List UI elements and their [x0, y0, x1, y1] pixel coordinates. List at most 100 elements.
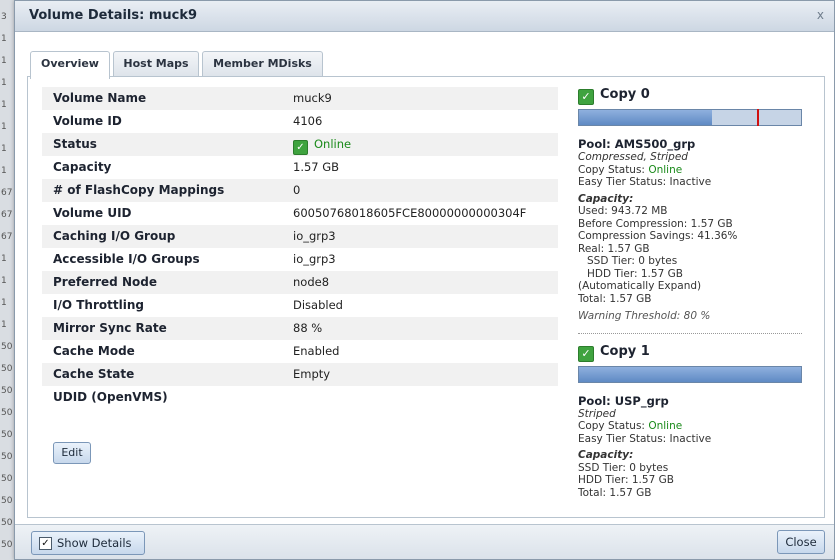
background-row-number: 67 [1, 210, 13, 220]
background-row-number: 1 [1, 34, 7, 44]
background-row-number: 1 [1, 276, 7, 286]
close-button[interactable]: Close [777, 530, 825, 554]
property-row: Cache State Empty [42, 363, 558, 386]
property-key: Caching I/O Group [53, 229, 176, 243]
property-row: I/O Throttling Disabled [42, 294, 558, 317]
background-row-number: 50 [1, 364, 13, 374]
background-row-number: 67 [1, 188, 13, 198]
property-row: Accessible I/O Groups io_grp3 [42, 248, 558, 271]
property-row: Capacity 1.57 GB [42, 156, 558, 179]
background-row-number: 50 [1, 474, 13, 484]
copy1-total: Total: 1.57 GB [578, 486, 652, 499]
background-row-numbers: 3 1 1 1 1 1 1 1 67 67 67 1 1 1 1 50 50 50 50 50 50 50 50 50 50 [0, 0, 14, 560]
tab-member-mdisks[interactable]: Member MDisks [202, 51, 323, 77]
copy0-real: Real: 1.57 GB [578, 242, 650, 255]
property-value: node8 [293, 275, 330, 289]
copy0-used-fill [579, 110, 713, 125]
background-row-number: 1 [1, 254, 7, 264]
copy1-ssd-tier: SSD Tier: 0 bytes [578, 461, 669, 474]
show-details-checkbox[interactable]: ✓ [39, 537, 52, 550]
background-row-number: 50 [1, 540, 13, 550]
show-details-toggle[interactable]: ✓ Show Details [31, 531, 145, 555]
copy0-title: Copy 0 [600, 87, 650, 102]
background-row-number: 1 [1, 78, 7, 88]
overview-panel: Volume Name muck9 Volume ID 4106 Status ✓ On… [27, 76, 825, 518]
copy0-used: Used: 943.72 MB [578, 205, 668, 217]
background-row-number: 1 [1, 144, 7, 154]
tab-host-maps[interactable]: Host Maps [113, 51, 199, 77]
copy1-capacity-heading: Capacity: [578, 449, 634, 461]
property-row: UDID (OpenVMS) [42, 386, 558, 409]
property-key: Mirror Sync Rate [53, 321, 167, 335]
copy0-header: ✓ Copy 0 [578, 87, 802, 107]
copy0-compression-savings: Compression Savings: 41.36% [578, 230, 738, 242]
background-row-number: 1 [1, 298, 7, 308]
copy1-copy-status: Copy Status: Online [578, 420, 802, 433]
copy0-copy-status-label: Copy Status: [578, 163, 649, 176]
property-key: Cache State [53, 367, 135, 381]
copies-divider [578, 332, 802, 334]
copy0-check-icon: ✓ [578, 89, 594, 105]
property-key: Preferred Node [53, 275, 157, 289]
properties-table: Volume Name muck9 Volume ID 4106 Status ✓ On… [42, 87, 558, 409]
copy1-check-icon: ✓ [578, 345, 594, 362]
property-key: Volume Name [53, 91, 147, 105]
property-key: Capacity [53, 160, 112, 174]
background-row-number: 1 [1, 56, 7, 66]
background-row-number: 1 [1, 166, 7, 176]
background-row-number: 50 [1, 342, 13, 352]
property-key: Accessible I/O Groups [53, 252, 200, 266]
dialog-title: Volume Details: muck9 [29, 8, 198, 23]
background-row-number: 50 [1, 518, 13, 528]
copy1-easy-tier: Easy Tier Status: Inactive [578, 432, 712, 445]
property-row: Volume ID 4106 [42, 110, 558, 133]
background-row-number: 1 [1, 320, 7, 330]
copy1-title: Copy 1 [600, 343, 650, 359]
property-value: 1.57 GB [293, 160, 340, 174]
property-row: Cache Mode Enabled [42, 340, 558, 363]
copy0-type: Compressed, Striped [578, 151, 688, 163]
copy0-threshold-marker [756, 109, 759, 126]
copy0-easy-tier: Easy Tier Status: Inactive [578, 176, 712, 188]
dialog-footer: ✓ Show Details Close [15, 524, 834, 559]
copy0-before-compression: Before Compression: 1.57 GB [578, 217, 733, 230]
property-key: Volume ID [53, 114, 122, 128]
property-value: io_grp3 [293, 229, 336, 243]
property-value: 4106 [293, 114, 323, 128]
property-value: Enabled [293, 344, 340, 358]
property-value: muck9 [293, 91, 332, 105]
copy1-capacity-bar [578, 365, 802, 383]
property-key: Volume UID [53, 206, 132, 220]
dialog-titlebar[interactable]: Volume Details: muck9 x [15, 1, 834, 32]
show-details-label: Show Details [57, 536, 132, 550]
property-key: # of FlashCopy Mappings [53, 183, 225, 197]
property-key: Cache Mode [53, 344, 135, 358]
background-row-number: 50 [1, 430, 13, 440]
property-value: 60050768018605FCE80000000000304F [293, 206, 527, 220]
property-value: 88 % [293, 321, 323, 335]
copy1-hdd-tier: HDD Tier: 1.57 GB [578, 474, 674, 486]
property-value: 0 [293, 183, 301, 197]
online-check-icon: ✓ [293, 140, 308, 155]
copy0-auto-expand: (Automatically Expand) [578, 280, 702, 292]
copy1-copy-status-value: Online [648, 420, 683, 432]
copy0-capacity-bar [578, 109, 802, 126]
status-value: ✓ Online [293, 133, 351, 156]
copy0-capacity-heading: Capacity: [578, 192, 634, 205]
tab-overview[interactable]: Overview [30, 51, 110, 79]
background-row-number: 1 [1, 100, 7, 110]
copy1-header: ✓ Copy 1 [578, 344, 802, 364]
edit-button[interactable]: Edit [53, 442, 91, 464]
property-row: Mirror Sync Rate 88 % [42, 317, 558, 340]
property-key: I/O Throttling [53, 298, 144, 312]
property-row: Caching I/O Group io_grp3 [42, 225, 558, 248]
property-value: Empty [293, 367, 331, 381]
dialog-content: Overview Host Maps Member MDisks Volume … [27, 45, 825, 518]
property-key: UDID (OpenVMS) [53, 390, 168, 404]
copy0-warning-threshold: Warning Threshold: 80 % [578, 310, 711, 322]
background-row-number: 50 [1, 496, 13, 506]
close-icon[interactable]: x [817, 8, 824, 22]
volume-details-dialog: Volume Details: muck9 x Overview Host Ma… [14, 0, 835, 560]
volume-copies-panel: ✓ Copy 0 Pool: AMS500_grp Compressed, Str… [578, 87, 802, 499]
background-row-number: 50 [1, 386, 13, 396]
